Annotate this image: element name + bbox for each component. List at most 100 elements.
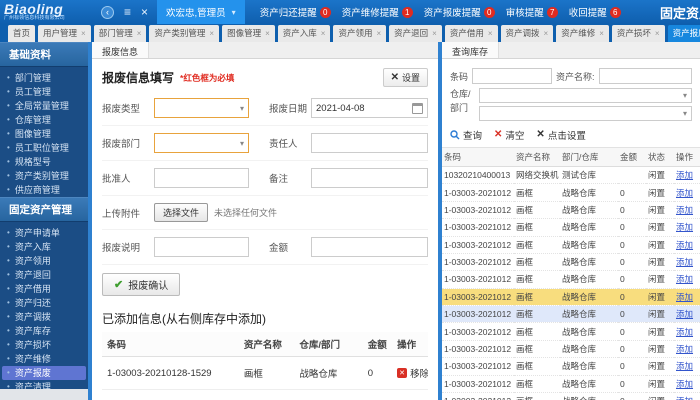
sidebar-item-全局常量管理[interactable]: • 全局常量管理 (0, 99, 88, 113)
tab-close-icon[interactable]: × (599, 29, 604, 38)
settings-button[interactable]: ✕ 设置 (382, 68, 428, 87)
add-link[interactable]: 添加 (676, 309, 693, 319)
tab-资产维修[interactable]: 资产维修 × (556, 25, 609, 42)
query-button[interactable]: 查询 (450, 128, 482, 142)
notice-item[interactable]: 资产报废提醒 0 (424, 5, 495, 19)
tab-用户管理[interactable]: 用户管理 × (38, 25, 91, 42)
tab-资产退回[interactable]: 资产退回 × (389, 25, 442, 42)
tab-close-icon[interactable]: × (544, 29, 549, 38)
tab-资产领用[interactable]: 资产领用 × (333, 25, 387, 42)
scrap-type-select[interactable]: ▾ (154, 98, 249, 118)
add-link[interactable]: 添加 (676, 379, 693, 389)
collapse-sidebar-icon[interactable]: ‹ (101, 5, 114, 19)
remark-input[interactable] (311, 168, 428, 188)
add-link[interactable]: 添加 (676, 344, 693, 354)
approver-input[interactable] (154, 168, 249, 188)
tab-close-icon[interactable]: × (265, 29, 270, 38)
scrap-dept-select[interactable]: ▾ (154, 133, 249, 153)
sidebar-item-资产类别管理[interactable]: • 资产类别管理 (0, 169, 88, 183)
notice-item[interactable]: 资产归还提醒 0 (260, 5, 331, 19)
tab-close-icon[interactable]: × (321, 29, 326, 38)
sidebar-item-图像管理[interactable]: • 图像管理 (0, 127, 88, 141)
inventory-row[interactable]: 1-03003-2021012画框战略仓库0闲置添加 (442, 375, 700, 393)
tab-close-icon[interactable]: × (376, 29, 381, 38)
tab-inventory-query[interactable]: 查询库存 (442, 42, 500, 58)
remove-button[interactable]: ✕移除 (397, 366, 428, 380)
sidebar-item-规格型号[interactable]: • 规格型号 (0, 155, 88, 169)
menu-icon[interactable]: ≡ (124, 5, 131, 19)
inventory-row[interactable]: 1-03003-2021012画框战略仓库0闲置添加 (442, 305, 700, 324)
tab-close-icon[interactable]: × (137, 29, 142, 38)
sidebar-item-仓库管理[interactable]: • 仓库管理 (0, 113, 88, 127)
sidebar-item-员工管理[interactable]: • 员工管理 (0, 85, 88, 99)
add-link[interactable]: 添加 (676, 205, 693, 215)
sidebar-item-资产领用[interactable]: • 资产领用 (0, 254, 88, 268)
tab-资产类别管理[interactable]: 资产类别管理 × (149, 25, 220, 42)
add-link[interactable]: 添加 (676, 188, 693, 198)
add-link[interactable]: 添加 (676, 327, 693, 337)
amount-input[interactable] (311, 237, 428, 257)
sidebar-item-资产归还[interactable]: • 资产归还 (0, 296, 88, 310)
tab-部门管理[interactable]: 部门管理 × (93, 25, 147, 42)
inventory-row[interactable]: 1-03003-2021012画框战略仓库0闲置添加 (442, 253, 700, 272)
sidebar-item-资产清理[interactable]: • 资产清理 (0, 380, 88, 389)
add-link[interactable]: 添加 (676, 274, 693, 284)
add-link[interactable]: 添加 (676, 292, 693, 302)
inventory-row[interactable]: 1-03003-2021012画框战略仓库0闲置添加 (442, 236, 700, 254)
inventory-row[interactable]: 1-03003-2021012画框战略仓库0闲置添加 (442, 201, 700, 220)
notice-item[interactable]: 收回提醒 6 (569, 5, 621, 19)
sidebar-item-资产退回[interactable]: • 资产退回 (0, 268, 88, 282)
inventory-row[interactable]: 1-03003-2021012画框战略仓库0闲置添加 (442, 357, 700, 376)
click-settings-button[interactable]: ✕ 点击设置 (536, 128, 585, 143)
tab-资产报废[interactable]: 资产报废 (667, 25, 700, 42)
sidebar-item-资产损坏[interactable]: • 资产损坏 (0, 338, 88, 352)
clear-button[interactable]: ✕ 清空 (494, 128, 524, 143)
tab-首页[interactable]: 首页 (8, 25, 36, 42)
barcode-input[interactable] (472, 68, 553, 84)
sidebar-item-资产入库[interactable]: • 资产入库 (0, 240, 88, 254)
choose-file-button[interactable]: 选择文件 (154, 203, 209, 222)
inventory-row[interactable]: 1-03003-2021012画框战略仓库0闲置添加 (442, 340, 700, 359)
calendar-icon[interactable] (412, 102, 423, 114)
tab-图像管理[interactable]: 图像管理 × (222, 25, 275, 42)
sidebar-item-资产借用[interactable]: • 资产借用 (0, 282, 88, 296)
warehouse-select[interactable]: ▾ (479, 88, 692, 103)
close-icon[interactable]: × (141, 5, 148, 19)
user-menu[interactable]: 欢宏忠,管理员 ▾ (157, 0, 245, 24)
tab-资产入库[interactable]: 资产入库 × (277, 25, 331, 42)
sidebar-item-员工职位管理[interactable]: • 员工职位管理 (0, 141, 88, 155)
inventory-row[interactable]: 1-03003-2021012画框战略仓库0闲置添加 (442, 322, 700, 341)
notice-item[interactable]: 资产维修提醒 1 (342, 5, 413, 19)
sidebar-item-资产维修[interactable]: • 资产维修 (0, 352, 88, 366)
asset-name-input[interactable] (598, 68, 692, 84)
tab-close-icon[interactable]: × (209, 29, 214, 38)
add-link[interactable]: 添加 (676, 257, 693, 267)
scrap-confirm-button[interactable]: ✔ 报废确认 (102, 273, 181, 296)
add-link[interactable]: 添加 (676, 240, 693, 250)
tab-资产借用[interactable]: 资产借用 × (444, 25, 498, 42)
add-link[interactable]: 添加 (676, 170, 693, 180)
scrap-date-field[interactable]: 2021-04-08 (311, 98, 428, 118)
dept-select[interactable]: ▾ (479, 106, 692, 121)
tab-close-icon[interactable]: × (432, 29, 437, 38)
tab-scrap-info[interactable]: 报废信息 (92, 42, 150, 58)
add-link[interactable]: 添加 (676, 396, 693, 400)
sidebar-item-供应商管理[interactable]: • 供应商管理 (0, 183, 88, 197)
sidebar-item-资产调拨[interactable]: • 资产调拨 (0, 310, 88, 324)
inventory-row[interactable]: 1-03003-2021012画框战略仓库0闲置添加 (442, 270, 700, 289)
notice-item[interactable]: 审核提醒 7 (506, 5, 558, 19)
inventory-row[interactable]: 1-03003-2021012画框战略仓库0闲置添加 (442, 288, 700, 307)
scrap-desc-input[interactable] (154, 237, 249, 257)
tab-close-icon[interactable]: × (488, 29, 493, 38)
add-link[interactable]: 添加 (676, 222, 693, 232)
sidebar-item-资产库存[interactable]: • 资产库存 (0, 324, 88, 338)
tab-close-icon[interactable]: × (81, 29, 86, 38)
inventory-row[interactable]: 1-03003-2021012画框战略仓库0闲置添加 (442, 218, 700, 237)
tab-close-icon[interactable]: × (655, 29, 660, 38)
responsible-input[interactable] (311, 133, 428, 153)
sidebar-item-部门管理[interactable]: • 部门管理 (0, 71, 88, 85)
tab-资产损坏[interactable]: 资产损坏 × (611, 25, 665, 42)
sidebar-item-资产报废[interactable]: • 资产报废 (2, 366, 86, 380)
inventory-row[interactable]: 10320210400013 网络交换机 测试仓库 闲置 添加 (442, 166, 700, 185)
inventory-row[interactable]: 1-03003-2021012画框战略仓库0闲置添加 (442, 183, 700, 202)
